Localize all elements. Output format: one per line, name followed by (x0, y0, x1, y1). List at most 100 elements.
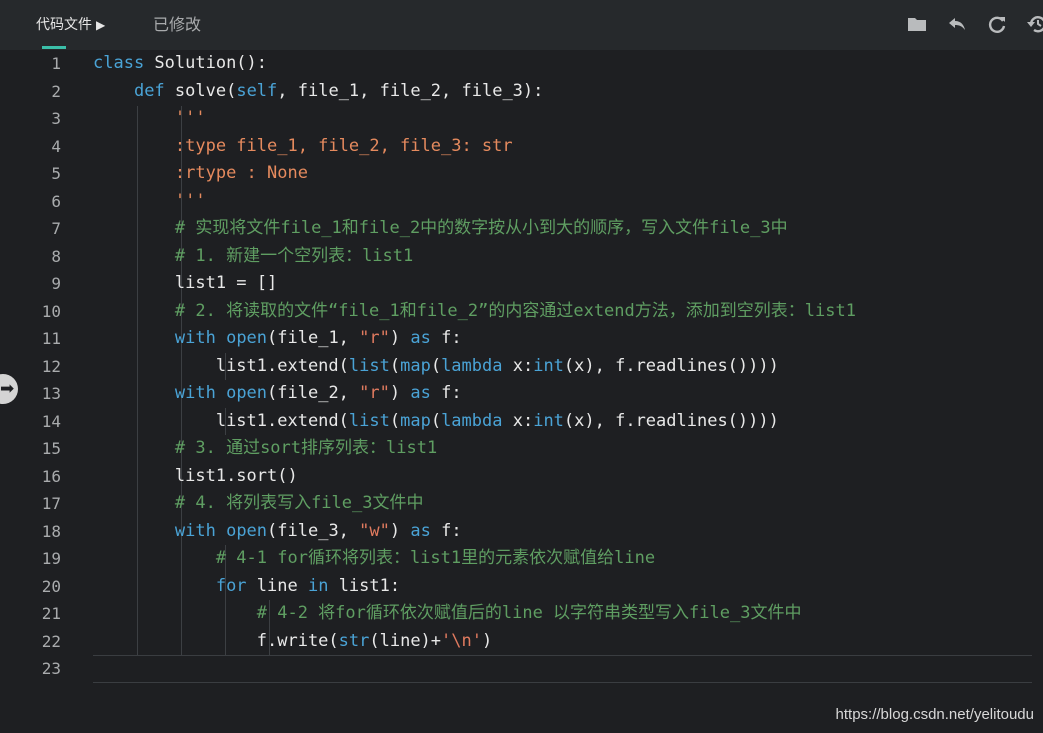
code-token: open (226, 328, 268, 348)
code-token: list1: (338, 575, 401, 596)
code-token: f: (441, 520, 462, 541)
code-line[interactable]: # 4-2 将for循环依次赋值后的line 以字符串类型写入file_3文件中 (93, 600, 802, 628)
code-token: as (410, 383, 442, 403)
code-token: for (215, 575, 257, 596)
code-line[interactable]: ''' (93, 188, 206, 216)
history-icon[interactable] (1026, 13, 1043, 35)
code-token: list1.sort() (174, 465, 298, 486)
code-token: ( (430, 355, 442, 376)
code-line[interactable]: def solve(self, file_1, file_2, file_3): (93, 78, 543, 106)
code-token: def (133, 80, 175, 101)
code-line[interactable]: :rtype : None (93, 160, 308, 188)
line-number: 10 (41, 301, 61, 321)
code-line[interactable]: # 实现将文件file_1和file_2中的数字按从小到大的顺序，写入文件fil… (93, 215, 788, 243)
active-tab-indicator (42, 46, 66, 49)
line-number: 9 (51, 274, 61, 293)
code-line[interactable]: ''' (93, 105, 206, 133)
code-token: (x), f.readlines()))) (563, 410, 779, 431)
code-token: (file_1, (267, 328, 360, 348)
line-number: 11 (41, 329, 61, 348)
line-number: 19 (41, 549, 61, 568)
code-token: line (256, 575, 308, 596)
line-number: 7 (51, 219, 61, 238)
tab-code-file[interactable]: 代码文件 ▶ (36, 14, 105, 36)
code-line[interactable]: # 1. 新建一个空列表：list1 (93, 243, 413, 271)
code-token: ( (430, 410, 442, 431)
line-number: 4 (51, 136, 61, 156)
code-token: "r" (359, 383, 390, 403)
editor-toolbar: 代码文件 ▶ 已修改 (0, 0, 1043, 50)
code-area[interactable]: 1 2 3 4 5 6 7 8 9 10 11 12 13 14 15 16 17 18 19 20 21 22 23 cl… (0, 50, 1043, 733)
code-line[interactable]: with open(file_1, "r") as f: (93, 325, 462, 353)
code-token: open (226, 520, 268, 541)
code-token: # 3. 通过sort排序列表：list1 (174, 438, 438, 458)
code-line[interactable]: # 4-1 for循环将列表：list1里的元素依次赋值给line (93, 545, 655, 573)
code-line[interactable]: with open(file_2, "r") as f: (93, 380, 462, 408)
code-token: f.write( (256, 630, 339, 651)
code-token: as (410, 520, 442, 541)
folder-icon[interactable] (906, 13, 928, 35)
line-number: 6 (51, 191, 61, 211)
code-token: (file_2, (267, 383, 360, 403)
code-token: ( (389, 410, 401, 431)
line-number: 22 (41, 631, 61, 651)
code-token: ''' (174, 190, 206, 211)
code-token: list (348, 410, 390, 431)
code-line[interactable]: list1.extend(list(map(lambda x:int(x), f… (93, 353, 779, 381)
code-token: x: (512, 410, 534, 431)
code-token: self (236, 80, 278, 101)
code-line[interactable]: class Solution(): (93, 50, 267, 78)
code-token: as (410, 328, 442, 348)
code-token: , file_1, file_2, file_3): (277, 80, 544, 101)
code-line[interactable]: f.write(str(line)+'\n') (93, 628, 492, 656)
refresh-icon[interactable] (986, 13, 1008, 35)
code-token: in (307, 575, 339, 596)
code-line[interactable]: :type file_1, file_2, file_3: str (93, 133, 513, 161)
code-line[interactable]: # 4. 将列表写入file_3文件中 (93, 490, 424, 518)
code-token: int (533, 410, 564, 431)
code-line[interactable]: # 3. 通过sort排序列表：list1 (93, 435, 437, 463)
code-line[interactable]: list1.extend(list(map(lambda x:int(x), f… (93, 408, 779, 436)
code-token: lambda (441, 410, 513, 431)
code-token: ) (389, 520, 411, 541)
line-number: 5 (51, 164, 61, 183)
code-token: Solution(): (154, 53, 268, 73)
code-line[interactable]: list1 = [] (93, 270, 277, 298)
code-token: list1.extend( (215, 355, 349, 376)
code-token: f: (441, 328, 462, 348)
code-token: # 实现将文件file_1和file_2中的数字按从小到大的顺序，写入文件fil… (174, 218, 788, 238)
undo-icon[interactable] (946, 13, 968, 35)
arrow-right-icon: ➡ (0, 379, 15, 399)
code-token: :rtype : None (174, 163, 308, 183)
code-token: with (174, 520, 227, 541)
code-token: map (400, 410, 431, 431)
play-arrow-icon: ▶ (96, 18, 106, 32)
code-token: ) (481, 630, 493, 651)
code-token: ) (389, 328, 411, 348)
code-token: solve( (174, 80, 237, 101)
current-line-highlight (93, 655, 1032, 683)
code-line[interactable]: # 2. 将读取的文件“file_1和file_2”的内容通过extend方法，… (93, 298, 856, 326)
code-token: # 1. 新建一个空列表：list1 (174, 245, 414, 266)
line-number: 15 (41, 439, 61, 458)
code-line[interactable]: with open(file_3, "w") as f: (93, 518, 462, 546)
code-token: x: (512, 355, 534, 376)
code-line[interactable]: list1.sort() (93, 463, 298, 491)
code-token: "w" (359, 520, 390, 541)
line-number: 8 (51, 246, 61, 266)
code-line[interactable]: for line in list1: (93, 573, 400, 601)
code-token: ) (389, 383, 411, 403)
